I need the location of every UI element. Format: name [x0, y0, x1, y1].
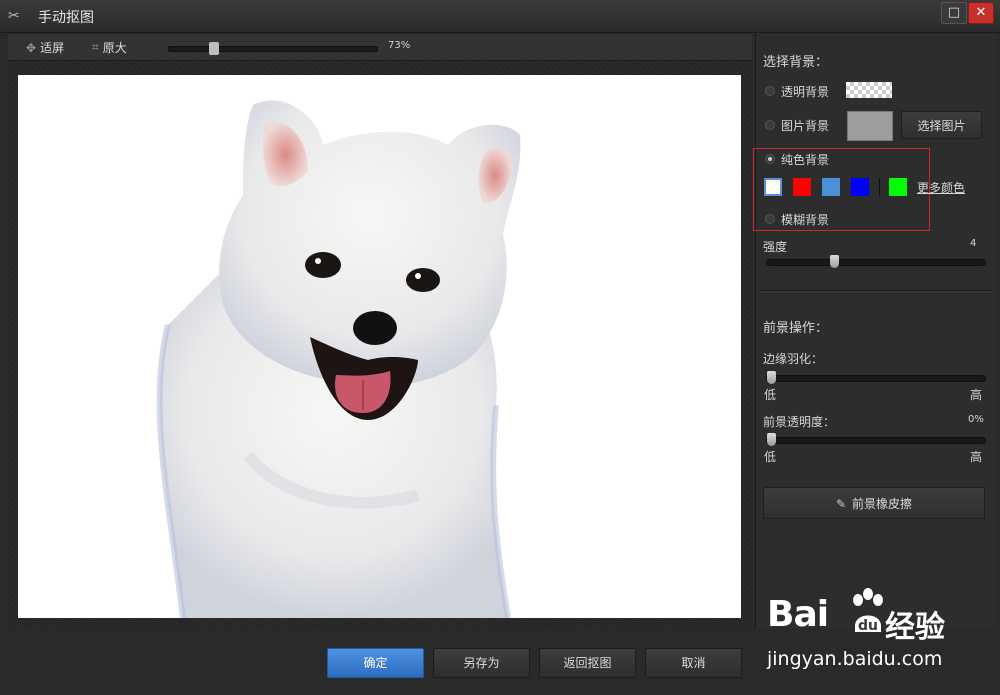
- strength-value: 4: [970, 238, 977, 249]
- watermark-logo-text: Bai: [767, 594, 829, 635]
- feather-low-label: 低: [764, 388, 777, 402]
- fit-screen-label: 适屏: [40, 41, 65, 55]
- watermark-cn-text: 经验: [885, 610, 945, 645]
- color-swatch-blue[interactable]: [851, 178, 869, 196]
- strength-slider[interactable]: [766, 255, 986, 268]
- original-size-button[interactable]: ⌗ 原大: [92, 39, 127, 56]
- original-size-label: 原大: [102, 41, 127, 55]
- section-divider: [760, 290, 992, 291]
- scissors-icon: ✂: [8, 8, 20, 24]
- opacity-slider-handle[interactable]: [767, 433, 776, 446]
- ok-button[interactable]: 确定: [327, 648, 424, 678]
- toolbar: ✥ 适屏 ⌗ 原大 73%: [8, 34, 752, 61]
- opacity-slider[interactable]: [766, 433, 986, 446]
- baidu-watermark: Bai du 经验 jingyan.baidu.com: [767, 588, 997, 693]
- feather-slider-handle[interactable]: [767, 371, 776, 384]
- eraser-icon: ✎: [835, 497, 847, 511]
- color-swatch-white[interactable]: [764, 178, 782, 196]
- choose-image-button[interactable]: 选择图片: [901, 111, 982, 139]
- back-to-cutout-button[interactable]: 返回抠图: [539, 648, 636, 678]
- foreground-eraser-label: 前景橡皮擦: [852, 497, 913, 511]
- image-canvas[interactable]: [18, 75, 741, 618]
- solid-bg-label: 纯色背景: [781, 153, 830, 167]
- feather-high-label: 高: [970, 388, 983, 402]
- swatch-divider: [879, 178, 880, 196]
- blur-bg-radio[interactable]: [765, 214, 775, 224]
- transparent-bg-label: 透明背景: [781, 85, 830, 99]
- close-button[interactable]: ✕: [968, 2, 994, 24]
- strength-label: 强度: [763, 240, 788, 254]
- opacity-high-label: 高: [970, 450, 983, 464]
- maximize-button[interactable]: □: [941, 2, 967, 24]
- foreground-eraser-button[interactable]: ✎ 前景橡皮擦: [763, 487, 985, 519]
- dog-cutout-image: [156, 100, 521, 618]
- opacity-label: 前景透明度：: [763, 415, 836, 429]
- color-swatch-light-blue[interactable]: [822, 178, 840, 196]
- foreground-heading: 前景操作：: [763, 321, 829, 336]
- paw-icon: du: [853, 588, 883, 634]
- zoom-value: 73%: [388, 40, 411, 51]
- color-swatch-red[interactable]: [793, 178, 811, 196]
- color-swatch-green[interactable]: [889, 178, 907, 196]
- more-colors-link[interactable]: 更多颜色: [917, 179, 965, 196]
- zoom-slider[interactable]: [168, 42, 378, 55]
- canvas-area: [8, 62, 752, 630]
- title-bar: ✂ 手动抠图 □ ✕: [0, 0, 1000, 33]
- opacity-low-label: 低: [764, 450, 777, 464]
- zoom-slider-handle[interactable]: [209, 42, 219, 55]
- image-bg-radio[interactable]: [765, 120, 775, 130]
- original-size-icon: ⌗: [92, 40, 99, 54]
- feather-label: 边缘羽化：: [763, 352, 824, 366]
- image-bg-preview: [847, 111, 893, 141]
- window-title: 手动抠图: [38, 10, 94, 26]
- blur-bg-label: 模糊背景: [781, 213, 830, 227]
- feather-slider[interactable]: [766, 371, 986, 384]
- strength-slider-handle[interactable]: [830, 255, 839, 268]
- fit-screen-button[interactable]: ✥ 适屏: [26, 39, 64, 56]
- watermark-url: jingyan.baidu.com: [767, 648, 943, 670]
- fit-screen-icon: ✥: [26, 40, 37, 55]
- transparent-bg-radio[interactable]: [765, 86, 775, 96]
- transparent-bg-swatch: [846, 82, 892, 98]
- svg-text:du: du: [858, 618, 878, 634]
- solid-bg-radio[interactable]: [765, 154, 775, 164]
- cancel-button[interactable]: 取消: [645, 648, 742, 678]
- save-as-button[interactable]: 另存为: [433, 648, 530, 678]
- background-heading: 选择背景：: [763, 55, 829, 70]
- image-bg-label: 图片背景: [781, 119, 830, 133]
- opacity-value: 0%: [968, 414, 984, 425]
